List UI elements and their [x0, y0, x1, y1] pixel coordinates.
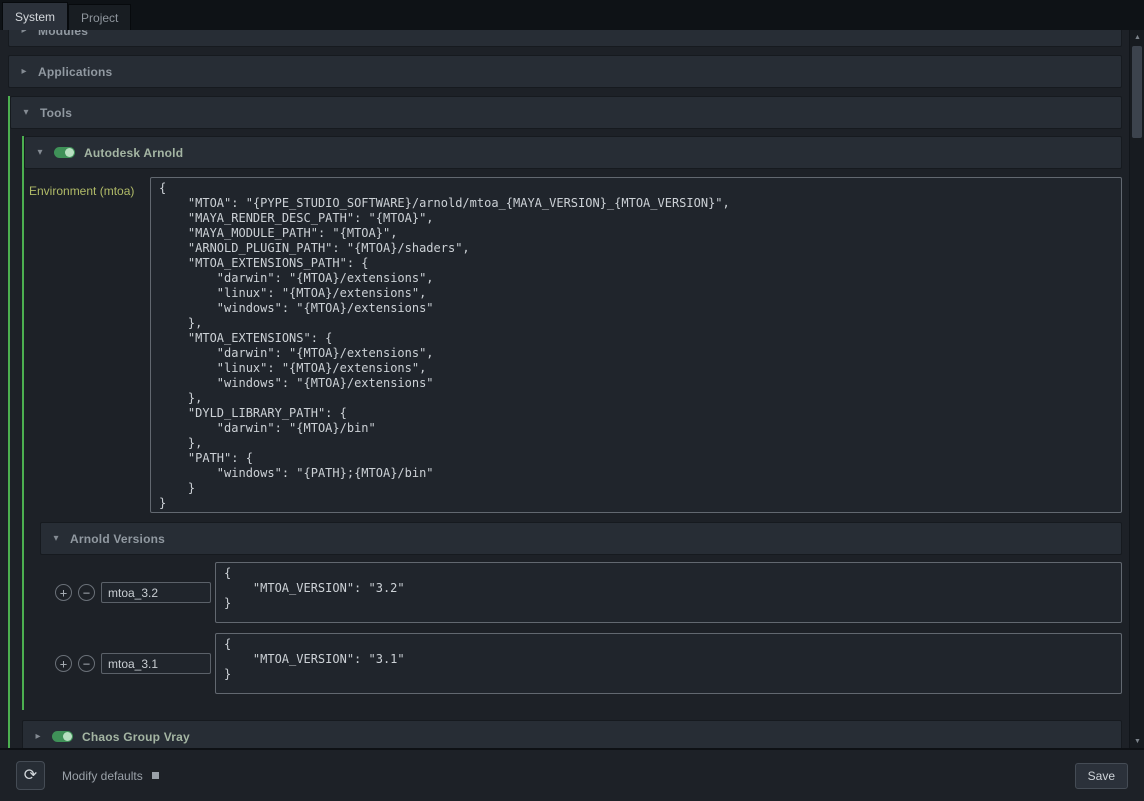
scrollbar[interactable]: ▲ ▼ [1129, 30, 1144, 748]
section-arnold: ▾ Autodesk Arnold Environment (mtoa) { "… [22, 136, 1122, 710]
add-item-button[interactable]: + [55, 584, 72, 601]
refresh-icon: ⟳ [24, 767, 37, 784]
tab-project[interactable]: Project [68, 4, 131, 30]
add-item-button[interactable]: + [55, 655, 72, 672]
section-header-arnold[interactable]: ▾ Autodesk Arnold [24, 136, 1122, 169]
toggle-knob [65, 148, 74, 157]
section-label-arnold-versions: Arnold Versions [70, 532, 165, 546]
toggle-knob [63, 732, 72, 741]
tab-bar: System Project [0, 0, 1144, 30]
scroll-up-button[interactable]: ▲ [1130, 30, 1144, 44]
section-arnold-body: Environment (mtoa) { "MTOA": "{PYPE_STUD… [24, 169, 1122, 710]
section-label-applications: Applications [38, 65, 112, 79]
environment-label: Environment (mtoa) [26, 177, 150, 198]
chevron-down-icon: ▾ [21, 107, 31, 118]
section-tools-body: ▾ Autodesk Arnold Environment (mtoa) { "… [10, 129, 1122, 748]
section-header-applications[interactable]: ▸ Applications [8, 55, 1122, 88]
settings-scroll-area: ▸ Modules ▸ Applications ▾ Tools [0, 30, 1129, 748]
version-key-input[interactable] [101, 582, 211, 603]
environment-field: Environment (mtoa) { "MTOA": "{PYPE_STUD… [26, 177, 1122, 513]
version-row: + − { "MTOA_VERSION": "3.2" } [55, 562, 1122, 623]
modify-defaults-label: Modify defaults [62, 769, 143, 783]
section-label-modules: Modules [38, 30, 88, 38]
section-label-vray: Chaos Group Vray [82, 730, 190, 744]
refresh-button[interactable]: ⟳ [16, 761, 45, 790]
section-header-vray[interactable]: ▸ Chaos Group Vray [22, 720, 1122, 748]
remove-item-button[interactable]: − [78, 655, 95, 672]
chevron-down-icon: ▾ [35, 147, 45, 158]
modified-indicator [152, 772, 159, 779]
scrollbar-thumb[interactable] [1132, 46, 1142, 138]
chevron-right-icon: ▸ [19, 66, 29, 77]
chevron-right-icon: ▸ [19, 30, 29, 36]
arnold-enabled-toggle[interactable] [54, 147, 75, 158]
footer: ⟳ Modify defaults Save [0, 748, 1144, 801]
save-button[interactable]: Save [1075, 763, 1128, 789]
scroll-down-button[interactable]: ▼ [1130, 734, 1144, 748]
remove-item-button[interactable]: − [78, 584, 95, 601]
settings-panel: ▸ Modules ▸ Applications ▾ Tools [0, 30, 1144, 748]
tab-system[interactable]: System [2, 2, 68, 30]
settings-window: System Project ▸ Modules ▸ Applications … [0, 0, 1144, 801]
version-row: + − { "MTOA_VERSION": "3.1" } [55, 633, 1122, 694]
section-tools: ▾ Tools ▾ Autodesk Arnold [8, 96, 1122, 748]
section-label-tools: Tools [40, 106, 72, 120]
section-header-tools[interactable]: ▾ Tools [10, 96, 1122, 129]
version-key-input[interactable] [101, 653, 211, 674]
section-arnold-versions: ▾ Arnold Versions + − { "MTOA_VERSION": … [40, 522, 1122, 706]
chevron-down-icon: ▾ [51, 533, 61, 544]
versions-list: + − { "MTOA_VERSION": "3.2" } + − [40, 555, 1122, 706]
environment-input[interactable]: { "MTOA": "{PYPE_STUDIO_SOFTWARE}/arnold… [150, 177, 1122, 513]
version-value-input[interactable]: { "MTOA_VERSION": "3.2" } [215, 562, 1122, 623]
section-label-arnold: Autodesk Arnold [84, 146, 183, 160]
section-header-modules[interactable]: ▸ Modules [8, 30, 1122, 47]
vray-enabled-toggle[interactable] [52, 731, 73, 742]
version-value-input[interactable]: { "MTOA_VERSION": "3.1" } [215, 633, 1122, 694]
section-header-arnold-versions[interactable]: ▾ Arnold Versions [40, 522, 1122, 555]
chevron-right-icon: ▸ [33, 731, 43, 742]
